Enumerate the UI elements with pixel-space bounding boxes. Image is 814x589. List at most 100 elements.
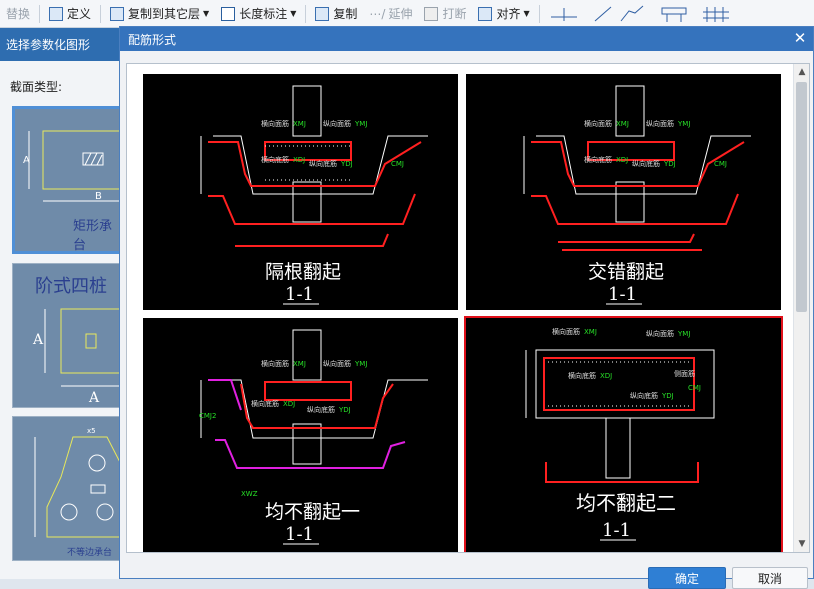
copy-to-layer-button[interactable]: 复制到其它层 ▼ bbox=[104, 2, 215, 26]
line-tool-button[interactable] bbox=[585, 2, 653, 26]
section-label: 1-1 bbox=[602, 520, 631, 541]
code-top-transverse: XMJ bbox=[293, 360, 306, 368]
scroll-up-icon[interactable]: ▲ bbox=[794, 64, 809, 80]
label-top-longitudinal: 纵向面筋 bbox=[323, 359, 351, 368]
code-top-longitudinal: YMJ bbox=[354, 120, 367, 128]
option-name: 均不翻起一 bbox=[265, 501, 360, 523]
label-side-bar: 侧面筋 bbox=[674, 369, 695, 378]
close-icon[interactable]: ✕ bbox=[791, 29, 809, 47]
option-name: 交错翻起 bbox=[588, 261, 664, 283]
code-top-longitudinal: YMJ bbox=[677, 120, 690, 128]
dimension-button[interactable]: 长度标注 ▼ bbox=[215, 2, 302, 26]
dialog-title: 配筋形式 bbox=[128, 32, 177, 47]
toolbar-separator bbox=[538, 4, 540, 23]
section-label: 1-1 bbox=[285, 524, 314, 545]
label-top-transverse: 横向面筋 bbox=[552, 327, 580, 336]
define-label: 定义 bbox=[67, 7, 92, 21]
chevron-down-icon: ▼ bbox=[523, 9, 530, 18]
chevron-down-icon: ▼ bbox=[290, 9, 297, 18]
section-type-label: 截面类型: bbox=[10, 80, 63, 94]
point-tool-button[interactable] bbox=[543, 2, 585, 26]
dim-a-label: A bbox=[32, 332, 44, 348]
extend-button[interactable]: ⋯/延伸 bbox=[363, 2, 418, 26]
table-icon bbox=[661, 7, 687, 22]
table-tool-button[interactable] bbox=[653, 2, 695, 26]
option-name: 隔根翻起 bbox=[265, 261, 341, 283]
label-top-transverse: 横向面筋 bbox=[584, 119, 612, 128]
point-icon bbox=[550, 7, 577, 21]
thumbnail-rect-cap[interactable]: A B 矩形承台 bbox=[12, 106, 124, 254]
define-icon bbox=[49, 6, 64, 21]
dim-x5-label: x5 bbox=[87, 427, 96, 435]
dimension-label: 长度标注 bbox=[239, 7, 288, 21]
option-panel-alternate-bend[interactable]: 横向面筋 XMJ 纵向面筋 YMJ 横向底筋 XDJ 纵向底筋 YDJ CMJ … bbox=[143, 74, 458, 310]
dialog-title-bar: 配筋形式 ✕ bbox=[120, 27, 813, 51]
no-bend-one-diagram: 横向面筋 XMJ 纵向面筋 YMJ 横向底筋 XDJ 纵向底筋 YDJ CMJ2… bbox=[199, 329, 428, 545]
dim-b-label: B bbox=[95, 191, 102, 202]
section-label: 1-1 bbox=[608, 284, 637, 305]
code-bottom-transverse: XDJ bbox=[293, 156, 305, 164]
window-title: 选择参数化图形 bbox=[0, 28, 129, 61]
thumbnail-unequal-cap[interactable]: x5 不等边承台 bbox=[12, 416, 124, 561]
vertical-scrollbar[interactable]: ▲ ▼ bbox=[793, 64, 809, 552]
confirm-button[interactable]: 确定 bbox=[648, 567, 726, 589]
toolbar-separator bbox=[100, 4, 102, 23]
label-bottom-transverse: 横向底筋 bbox=[251, 399, 279, 408]
line-icon bbox=[594, 5, 643, 21]
label-bottom-longitudinal: 纵向底筋 bbox=[309, 159, 337, 168]
break-label: 打断 bbox=[442, 7, 467, 21]
chevron-down-icon: ▼ bbox=[203, 9, 210, 18]
dimension-icon bbox=[221, 6, 236, 21]
thumbnail-caption: 矩形承台 bbox=[73, 219, 113, 253]
code-bottom-transverse: XDJ bbox=[283, 400, 295, 408]
copy-button[interactable]: 复制 bbox=[309, 2, 363, 26]
rebar-form-dialog: 配筋形式 ✕ 横向面筋 XMJ 纵向面筋 YMJ 横向底筋 XDJ 纵向底筋 Y… bbox=[119, 26, 814, 589]
options-list: 横向面筋 XMJ 纵向面筋 YMJ 横向底筋 XDJ 纵向底筋 YDJ CMJ … bbox=[126, 63, 810, 553]
option-panel-no-bend-one[interactable]: 横向面筋 XMJ 纵向面筋 YMJ 横向底筋 XDJ 纵向底筋 YDJ CMJ2… bbox=[143, 318, 458, 552]
code-xwz: XWZ bbox=[241, 490, 258, 498]
copy-label: 复制 bbox=[333, 7, 358, 21]
main-toolbar: 替换 定义 复制到其它层 ▼ 长度标注 ▼ 复制 ⋯/延伸 打断 对齐 ▼ bbox=[0, 0, 814, 28]
dim-a-label: A bbox=[23, 155, 30, 166]
code-bottom-longitudinal: YDJ bbox=[663, 160, 676, 168]
option-panel-no-bend-two[interactable]: 横向面筋 XMJ 纵向面筋 YMJ 横向底筋 XDJ 纵向底筋 YDJ 侧面筋 … bbox=[464, 316, 783, 552]
define-button[interactable]: 定义 bbox=[43, 2, 97, 26]
break-button[interactable]: 打断 bbox=[418, 2, 472, 26]
copy-icon bbox=[315, 6, 330, 21]
thumbnail-caption: 不等边承台 bbox=[67, 546, 112, 558]
align-button[interactable]: 对齐 ▼ bbox=[472, 2, 535, 26]
label-bottom-longitudinal: 纵向底筋 bbox=[307, 405, 335, 414]
label-bottom-longitudinal: 纵向底筋 bbox=[632, 159, 660, 168]
label-top-longitudinal: 纵向面筋 bbox=[323, 119, 351, 128]
extend-icon: ⋯/ bbox=[369, 6, 386, 21]
extend-label: 延伸 bbox=[388, 7, 413, 21]
label-bottom-transverse: 横向底筋 bbox=[568, 371, 596, 380]
dim-a-label: A bbox=[88, 390, 100, 406]
scroll-down-icon[interactable]: ▼ bbox=[794, 536, 809, 552]
replace-button[interactable]: 替换 bbox=[0, 2, 36, 26]
unequal-cap-drawing: x5 不等边承台 bbox=[34, 427, 123, 558]
stepped-cap-drawing: A A bbox=[32, 308, 123, 406]
thumbnail-stepped-four-pile[interactable]: 阶式四桩 A A bbox=[12, 263, 124, 408]
grid-tool-button[interactable] bbox=[695, 2, 737, 26]
cancel-button[interactable]: 取消 bbox=[732, 567, 808, 589]
code-top-transverse: XMJ bbox=[584, 328, 597, 336]
code-side-bar: CMJ bbox=[714, 160, 727, 168]
option-panel-staggered-bend[interactable]: 横向面筋 XMJ 纵向面筋 YMJ 横向底筋 XDJ 纵向底筋 YDJ CMJ … bbox=[466, 74, 781, 310]
align-icon bbox=[478, 6, 493, 21]
label-bottom-transverse: 横向底筋 bbox=[584, 155, 612, 164]
code-top-transverse: XMJ bbox=[293, 120, 306, 128]
label-bottom-longitudinal: 纵向底筋 bbox=[630, 391, 658, 400]
parametric-shape-window: 选择参数化图形 截面类型: A B 矩形承台 阶式四桩 A A x5 不等边承台 bbox=[0, 28, 130, 579]
toolbar-separator bbox=[305, 4, 307, 23]
label-bottom-transverse: 横向底筋 bbox=[261, 155, 289, 164]
staggered-bend-diagram: 横向面筋 XMJ 纵向面筋 YMJ 横向底筋 XDJ 纵向底筋 YDJ CMJ … bbox=[523, 85, 751, 305]
code-top-transverse: XMJ bbox=[616, 120, 629, 128]
label-top-transverse: 横向面筋 bbox=[261, 359, 289, 368]
scroll-thumb[interactable] bbox=[796, 82, 807, 312]
alternate-bend-diagram: 横向面筋 XMJ 纵向面筋 YMJ 横向底筋 XDJ 纵向底筋 YDJ CMJ … bbox=[200, 85, 428, 305]
copy-to-layer-label: 复制到其它层 bbox=[128, 7, 201, 21]
toolbar-separator bbox=[39, 4, 41, 23]
label-top-longitudinal: 纵向面筋 bbox=[646, 329, 674, 338]
break-icon bbox=[424, 6, 439, 21]
